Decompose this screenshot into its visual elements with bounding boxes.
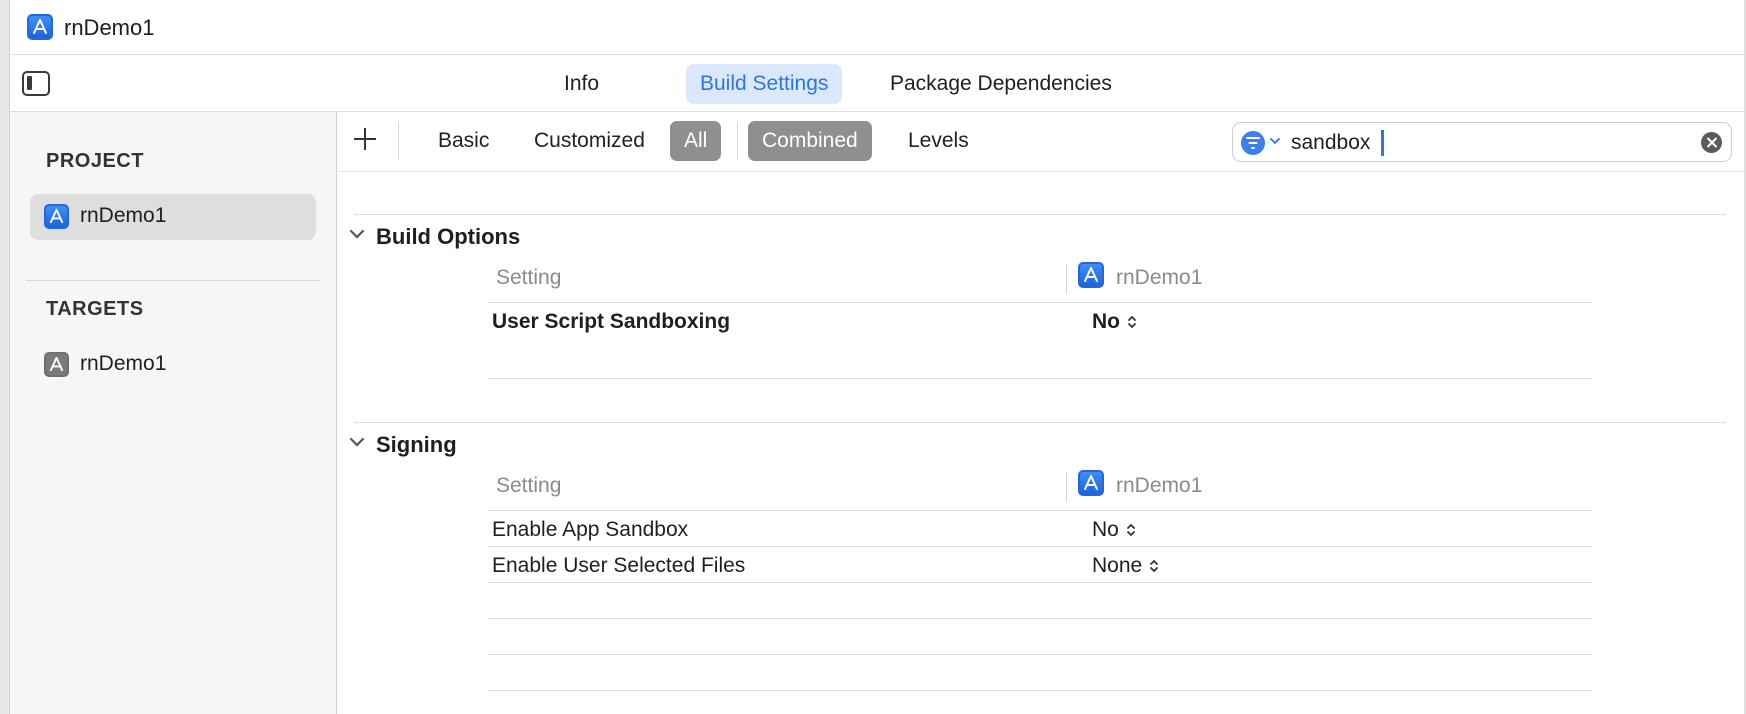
column-header-setting: Setting (496, 474, 562, 497)
row-divider (488, 690, 1592, 691)
setting-name[interactable]: Enable User Selected Files (492, 554, 745, 578)
clear-search-icon[interactable] (1701, 132, 1722, 153)
column-header-setting: Setting (496, 266, 562, 289)
tab-package-dependencies[interactable]: Package Dependencies (876, 64, 1126, 104)
plus-icon[interactable] (352, 126, 378, 152)
setting-value: No (1092, 518, 1119, 541)
group-title-build-options[interactable]: Build Options (376, 224, 520, 250)
text-cursor (1381, 130, 1384, 156)
row-divider (488, 618, 1592, 619)
row-divider (488, 378, 1592, 379)
window-title: rnDemo1 (64, 15, 155, 40)
column-separator (1066, 472, 1067, 502)
build-settings-editor: Basic Customized All Combined Levels san… (338, 112, 1744, 714)
editor-tab-bar: Info Build Settings Package Dependencies (10, 56, 1744, 112)
search-field[interactable]: sandbox (1232, 122, 1732, 162)
xcode-window: rnDemo1 Info Build Settings Package Depe… (0, 0, 1746, 714)
chevron-down-icon[interactable] (348, 228, 366, 240)
sidebar-item-target[interactable]: rnDemo1 (30, 342, 316, 388)
group-divider (354, 214, 1726, 215)
setting-value: No (1092, 310, 1120, 333)
sidebar-item-label: rnDemo1 (80, 352, 167, 375)
tab-info[interactable]: Info (550, 64, 613, 104)
up-down-chevron-icon (1126, 524, 1135, 537)
xcode-app-icon (44, 204, 69, 229)
search-input[interactable]: sandbox (1291, 131, 1370, 155)
group-divider (354, 422, 1726, 423)
setting-value-popup[interactable]: No (1092, 310, 1138, 334)
up-down-chevron-icon (1128, 316, 1136, 329)
xcode-app-icon (27, 14, 53, 40)
project-navigator: PROJECT rnDemo1 TARGETS rnDemo1 (10, 112, 337, 714)
up-down-chevron-icon (1150, 560, 1159, 573)
xcode-app-icon (1078, 262, 1104, 288)
sidebar-item-label: rnDemo1 (80, 204, 167, 227)
setting-name[interactable]: Enable App Sandbox (492, 518, 688, 542)
row-divider (488, 582, 1592, 583)
xcode-app-icon (1078, 470, 1104, 496)
row-divider (488, 546, 1592, 547)
column-header-target: rnDemo1 (1116, 266, 1203, 289)
segment-levels[interactable]: Levels (894, 121, 983, 161)
sidebar-item-project[interactable]: rnDemo1 (30, 194, 316, 240)
setting-value-popup[interactable]: None (1092, 554, 1160, 578)
column-separator (1066, 264, 1067, 294)
segment-basic[interactable]: Basic (424, 121, 503, 161)
chevron-down-icon[interactable] (348, 436, 366, 448)
sidebar-toggle-icon[interactable] (22, 71, 50, 96)
table-header-divider (488, 510, 1592, 511)
project-section-header: PROJECT (46, 150, 144, 172)
segment-all[interactable]: All (670, 121, 722, 161)
segment-customized[interactable]: Customized (520, 121, 659, 161)
toolbar-separator (737, 122, 738, 160)
table-header-divider (488, 302, 1592, 303)
filter-icon[interactable] (1241, 131, 1265, 155)
setting-name[interactable]: User Script Sandboxing (492, 310, 730, 334)
sidebar-divider (26, 280, 320, 281)
segment-combined[interactable]: Combined (748, 121, 872, 161)
setting-value: None (1092, 554, 1143, 577)
column-header-target: rnDemo1 (1116, 474, 1203, 497)
chevron-down-icon (1270, 138, 1280, 145)
targets-section-header: TARGETS (46, 298, 144, 320)
toolbar-separator (398, 122, 399, 160)
group-title-signing[interactable]: Signing (376, 432, 457, 458)
title-bar: rnDemo1 (10, 0, 1744, 55)
tab-build-settings[interactable]: Build Settings (686, 64, 843, 104)
window-left-edge (0, 0, 10, 714)
settings-filter-bar: Basic Customized All Combined Levels san… (338, 112, 1744, 172)
target-app-icon (44, 352, 69, 377)
setting-value-popup[interactable]: No (1092, 518, 1137, 542)
row-divider (488, 654, 1592, 655)
